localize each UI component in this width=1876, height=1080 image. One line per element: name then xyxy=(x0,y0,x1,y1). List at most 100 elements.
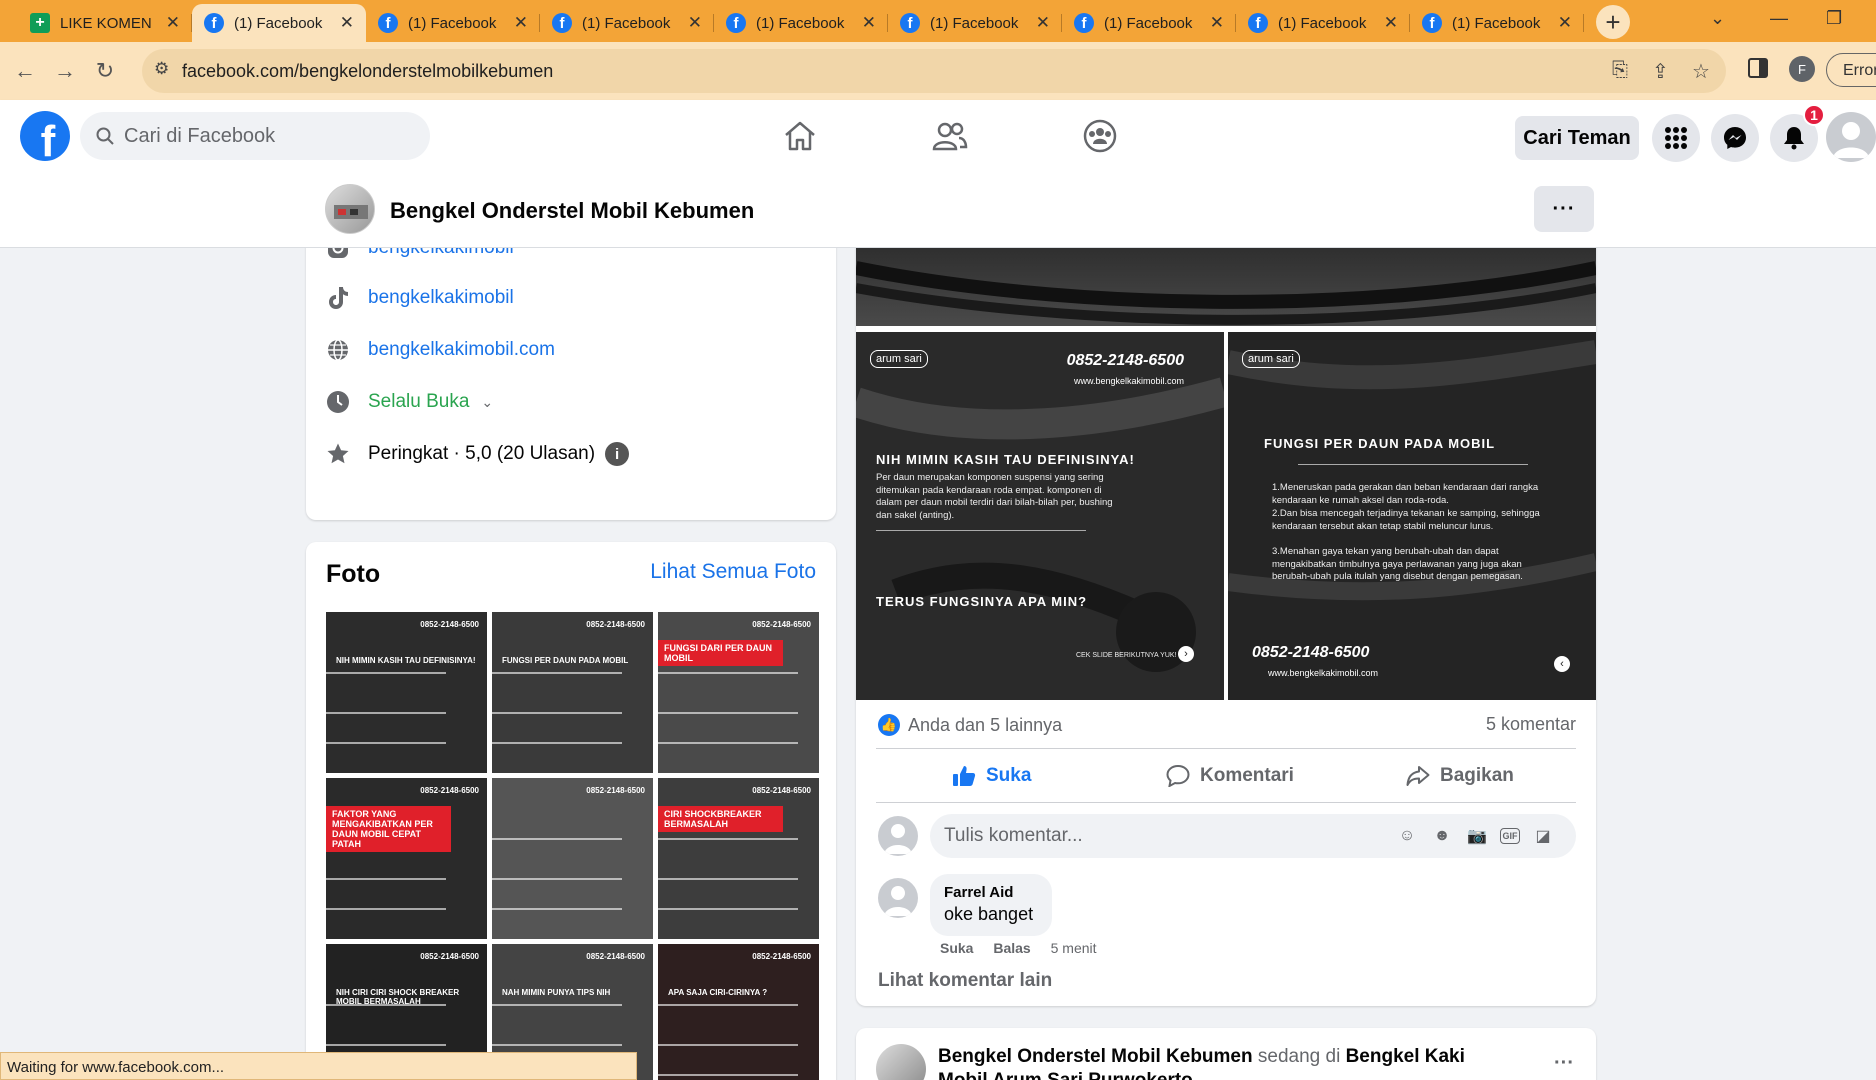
search-input[interactable] xyxy=(124,124,404,148)
messenger-icon[interactable] xyxy=(1711,114,1759,162)
comment-time[interactable]: 5 menit xyxy=(1051,940,1097,956)
close-tab-icon[interactable]: ✕ xyxy=(1558,13,1572,33)
website-link[interactable]: bengkelkakimobil.com xyxy=(368,339,555,361)
browser-tab[interactable]: f (1) Facebook ✕ xyxy=(192,4,366,42)
reactions-summary[interactable]: 👍 Anda dan 5 lainnya xyxy=(878,714,1062,736)
close-tab-icon[interactable]: ✕ xyxy=(514,13,528,33)
profile-avatar[interactable]: F xyxy=(1789,56,1815,82)
thumbnail-phone: 0852-2148-6500 xyxy=(586,786,645,795)
browser-tab[interactable]: + LIKE KOMEN ✕ xyxy=(18,4,192,42)
close-tab-icon[interactable]: ✕ xyxy=(1384,13,1398,33)
new-tab-button[interactable]: + xyxy=(1596,5,1630,39)
browser-tab[interactable]: f (1) Facebook ✕ xyxy=(540,4,714,42)
reload-icon[interactable]: ↻ xyxy=(90,58,120,84)
tiktok-link[interactable]: bengkelkakimobil xyxy=(368,287,514,309)
browser-tab[interactable]: f (1) Facebook ✕ xyxy=(714,4,888,42)
home-icon[interactable] xyxy=(778,114,822,158)
hours-status[interactable]: Selalu Buka xyxy=(368,391,469,413)
close-tab-icon[interactable]: ✕ xyxy=(862,13,876,33)
tab-title: (1) Facebook xyxy=(582,14,671,32)
photo-thumbnail[interactable]: APA SAJA CIRI-CIRINYA ? 0852-2148-6500 xyxy=(658,944,819,1080)
intro-item-tiktok[interactable]: bengkelkakimobil xyxy=(324,284,514,312)
my-avatar[interactable] xyxy=(878,816,918,856)
gif-icon[interactable]: GIF xyxy=(1500,828,1520,844)
browser-tab[interactable]: f (1) Facebook ✕ xyxy=(888,4,1062,42)
camera-icon[interactable]: 📷 xyxy=(1465,824,1489,848)
commenter-avatar[interactable] xyxy=(878,878,918,918)
comment-input[interactable] xyxy=(944,825,1384,847)
emoji-icon[interactable]: ☻ xyxy=(1430,824,1454,848)
share-button[interactable]: Bagikan xyxy=(1406,756,1514,796)
friends-icon[interactable] xyxy=(928,114,972,158)
intro-item-website[interactable]: bengkelkakimobil.com xyxy=(324,336,555,364)
divider xyxy=(1298,464,1528,465)
image-heading: FUNGSI PER DAUN PADA MOBIL xyxy=(1264,436,1496,451)
leaf-spring-stripe xyxy=(326,742,446,744)
close-tab-icon[interactable]: ✕ xyxy=(340,13,354,33)
post-photo-1[interactable]: arum sari 0852-2148-6500 www.bengkelkaki… xyxy=(856,332,1224,700)
close-tab-icon[interactable]: ✕ xyxy=(688,13,702,33)
comment-author[interactable]: Farrel Aid xyxy=(944,884,1038,901)
photo-thumbnail[interactable]: CIRI SHOCKBREAKER BERMASALAH 0852-2148-65… xyxy=(658,778,819,939)
photo-thumbnail[interactable]: FUNGSI DARI PER DAUN MOBIL 0852-2148-6500 xyxy=(658,612,819,773)
account-avatar[interactable] xyxy=(1826,112,1876,162)
share-icon[interactable]: ⇪ xyxy=(1652,59,1669,84)
photo-thumbnail[interactable]: NIH MIMIN KASIH TAU DEFINISINYA! 0852-214… xyxy=(326,612,487,773)
close-tab-icon[interactable]: ✕ xyxy=(1036,13,1050,33)
forward-icon[interactable]: → xyxy=(50,58,80,84)
photo-thumbnail[interactable]: FAKTOR YANG MENGAKIBATKAN PER DAUN MOBIL… xyxy=(326,778,487,939)
see-all-photos-link[interactable]: Lihat Semua Foto xyxy=(650,560,816,584)
photo-thumbnail[interactable]: 0852-2148-6500 xyxy=(492,778,653,939)
close-tab-icon[interactable]: ✕ xyxy=(166,13,180,33)
browser-tabstrip: + LIKE KOMEN ✕ f (1) Facebook ✕ f (1) Facebook ✕… xyxy=(0,0,1876,42)
post-photo-2[interactable]: arum sari FUNGSI PER DAUN PADA MOBIL 1.M… xyxy=(1228,332,1596,700)
intro-item-hours[interactable]: Selalu Buka ⌄ xyxy=(324,388,493,416)
image-heading: NIH MIMIN KASIH TAU DEFINISINYA! xyxy=(876,452,1135,467)
reactions-text[interactable]: Anda dan 5 lainnya xyxy=(908,715,1062,736)
page-more-button[interactable]: ··· xyxy=(1534,186,1594,232)
post-photo-top[interactable] xyxy=(856,248,1596,326)
comment-box[interactable]: ☺ ☻ 📷 GIF ◪ xyxy=(930,814,1576,858)
browser-tab[interactable]: f (1) Facebook ✕ xyxy=(1410,4,1584,42)
menu-grid-icon[interactable] xyxy=(1652,114,1700,162)
page-avatar[interactable] xyxy=(325,184,375,234)
info-icon[interactable]: i xyxy=(605,442,630,466)
tab-title: (1) Facebook xyxy=(408,14,497,32)
minimize-icon[interactable]: — xyxy=(1770,8,1788,29)
close-tab-icon[interactable]: ✕ xyxy=(1210,13,1224,33)
back-icon[interactable]: ← xyxy=(10,58,40,84)
page-avatar[interactable] xyxy=(876,1044,926,1080)
page-name[interactable]: Bengkel Onderstel Mobil Kebumen xyxy=(390,198,754,224)
sticker-icon[interactable]: ◪ xyxy=(1531,824,1555,848)
install-app-icon[interactable]: ⎘ xyxy=(1612,59,1628,82)
avatar-sticker-icon[interactable]: ☺ xyxy=(1395,824,1419,848)
view-more-comments-link[interactable]: Lihat komentar lain xyxy=(878,970,1052,992)
comment-button[interactable]: Komentari xyxy=(1166,756,1294,796)
like-button[interactable]: Suka xyxy=(952,756,1031,796)
side-panel-icon[interactable] xyxy=(1748,58,1768,78)
error-button[interactable]: Error xyxy=(1826,53,1876,87)
site-settings-icon[interactable]: ⚙ xyxy=(154,59,169,79)
browser-tab[interactable]: f (1) Facebook ✕ xyxy=(366,4,540,42)
post-author[interactable]: Bengkel Onderstel Mobil Kebumen xyxy=(938,1046,1253,1067)
tab-list: + LIKE KOMEN ✕ f (1) Facebook ✕ f (1) Facebook ✕… xyxy=(18,0,1584,42)
tab-search-chevron-icon[interactable]: ⌄ xyxy=(1710,8,1725,29)
find-friends-button[interactable]: Cari Teman xyxy=(1515,116,1639,160)
facebook-logo-icon[interactable]: f xyxy=(20,111,70,161)
photo-thumbnail[interactable]: FUNGSI PER DAUN PADA MOBIL 0852-2148-6500 xyxy=(492,612,653,773)
post-options-icon[interactable]: ··· xyxy=(1554,1052,1574,1075)
maximize-icon[interactable]: ❐ xyxy=(1826,8,1842,29)
url-text[interactable]: facebook.com/bengkelonderstelmobilkebume… xyxy=(182,61,553,82)
comment-like-link[interactable]: Suka xyxy=(940,940,973,956)
chevron-down-icon[interactable]: ⌄ xyxy=(481,394,493,411)
thumbnail-phone: 0852-2148-6500 xyxy=(752,952,811,961)
bookmark-star-icon[interactable]: ☆ xyxy=(1692,59,1710,84)
browser-tab[interactable]: f (1) Facebook ✕ xyxy=(1236,4,1410,42)
leaf-spring-stripe xyxy=(326,878,446,880)
comments-count[interactable]: 5 komentar xyxy=(1486,714,1576,735)
comment-reply-link[interactable]: Balas xyxy=(993,940,1030,956)
facebook-search[interactable] xyxy=(80,112,430,160)
browser-tab[interactable]: f (1) Facebook ✕ xyxy=(1062,4,1236,42)
address-bar[interactable]: ⚙ facebook.com/bengkelonderstelmobilkebu… xyxy=(142,49,1726,93)
groups-icon[interactable] xyxy=(1078,114,1122,158)
